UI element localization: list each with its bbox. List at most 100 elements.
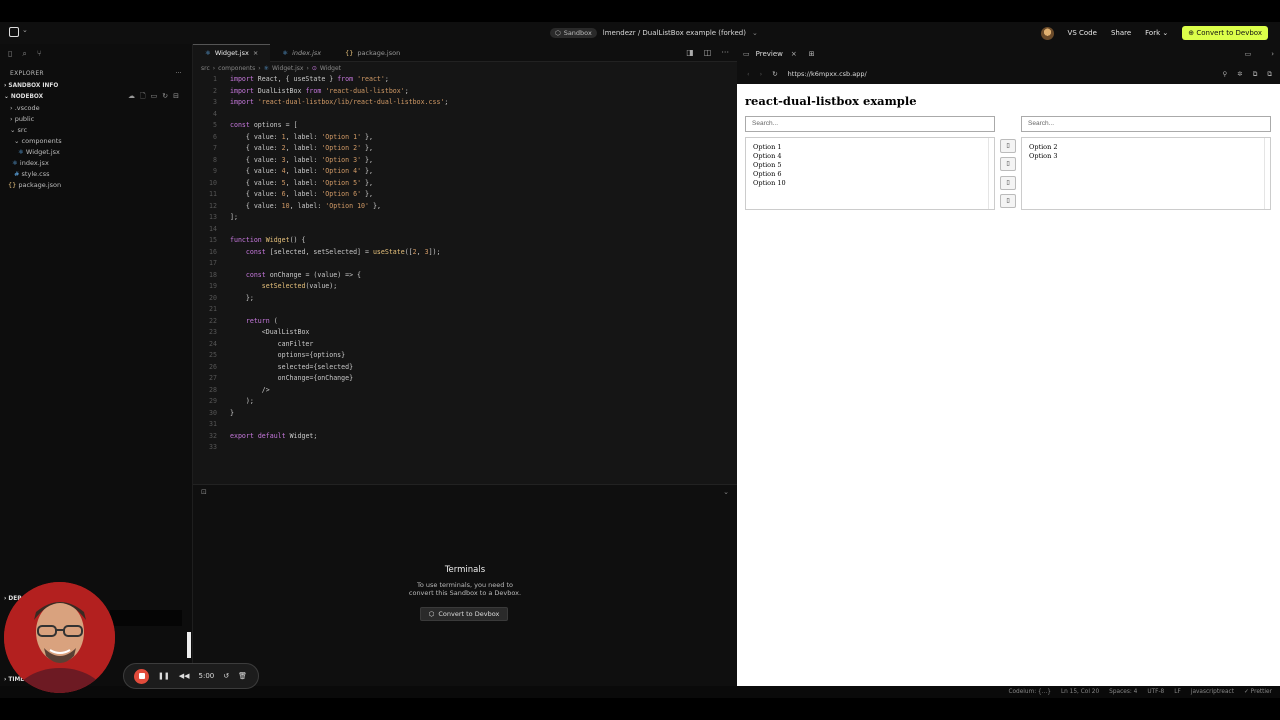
code-line[interactable]: 16 const [selected, setSelected] = useSt…: [193, 247, 737, 259]
code-line[interactable]: 9 { value: 4, label: 'Option 4' },: [193, 166, 737, 178]
list-item[interactable]: Option 3: [1029, 152, 1263, 161]
list-item[interactable]: Option 4: [753, 152, 987, 161]
code-line[interactable]: 23 <DualListBox: [193, 327, 737, 339]
code-line[interactable]: 21: [193, 304, 737, 316]
code-line[interactable]: 24 canFilter: [193, 339, 737, 351]
code-line[interactable]: 5 const options = [: [193, 120, 737, 132]
sidebar-item-public[interactable]: › public: [10, 114, 34, 125]
sidebar-item-components[interactable]: ⌄ components: [14, 136, 62, 147]
sidebar-item-index-jsx[interactable]: ⚛ index.jsx: [12, 158, 49, 169]
refresh-icon[interactable]: ↻: [772, 70, 777, 78]
vscode-button[interactable]: VS Code: [1068, 29, 1097, 37]
rewind-icon[interactable]: ◀◀: [179, 672, 190, 680]
selected-search-input[interactable]: Search...: [1021, 116, 1271, 132]
forward-icon[interactable]: ›: [760, 70, 763, 78]
code-line[interactable]: 7 { value: 2, label: 'Option 2' },: [193, 143, 737, 155]
files-icon[interactable]: ▯: [8, 49, 12, 59]
code-line[interactable]: 27 onChange={onChange}: [193, 373, 737, 385]
tab-package-json[interactable]: {} package.json: [333, 44, 412, 62]
tab-index-jsx[interactable]: ⚛ index.jsx: [270, 44, 333, 62]
code-line[interactable]: 10 { value: 5, label: 'Option 5' },: [193, 178, 737, 190]
more-icon[interactable]: ···: [175, 70, 182, 77]
cloud-upload-icon[interactable]: ☁: [128, 92, 135, 103]
terminal-convert-button[interactable]: ⬡ Convert to Devbox: [420, 607, 508, 621]
refresh-icon[interactable]: ↻: [162, 92, 168, 103]
split-editor-icon[interactable]: ◫: [704, 48, 712, 57]
code-line[interactable]: 33: [193, 442, 737, 454]
available-search-input[interactable]: Search...: [745, 116, 995, 132]
list-item[interactable]: Option 10: [753, 179, 987, 188]
sidebar-item-nodebox[interactable]: ⌄ NODEBOX: [4, 92, 43, 103]
list-item[interactable]: Option 1: [753, 143, 987, 152]
breadcrumb-item[interactable]: components: [218, 65, 255, 72]
list-item[interactable]: Option 5: [753, 161, 987, 170]
close-icon[interactable]: ×: [253, 49, 258, 57]
code-line[interactable]: 12 { value: 10, label: 'Option 10' },: [193, 201, 737, 213]
toggle-sidebar-icon[interactable]: ◨: [686, 48, 694, 57]
new-folder-icon[interactable]: ▭: [151, 92, 158, 103]
tab-widget-jsx[interactable]: ⚛ Widget.jsx ×: [193, 43, 271, 62]
code-line[interactable]: 20 };: [193, 293, 737, 305]
status-prettier[interactable]: ✓ Prettier: [1244, 689, 1272, 695]
add-tab-icon[interactable]: ⊞: [809, 50, 815, 58]
status-language[interactable]: javascriptreact: [1191, 689, 1234, 695]
list-item[interactable]: Option 6: [753, 170, 987, 179]
move-all-right-button[interactable]: ▯: [1000, 157, 1016, 171]
terminal-icon[interactable]: ⊡: [201, 488, 207, 496]
scrollbar[interactable]: [988, 138, 994, 209]
code-line[interactable]: 4: [193, 109, 737, 121]
project-path[interactable]: lmendezr / DualListBox example (forked): [603, 29, 746, 37]
status-indentation[interactable]: Spaces: 4: [1109, 689, 1137, 695]
code-line[interactable]: 11 { value: 6, label: 'Option 6' },: [193, 189, 737, 201]
code-area[interactable]: 1 import React, { useState } from 'react'…: [193, 74, 737, 454]
status-codeium[interactable]: Codeium: {...}: [1008, 689, 1050, 695]
menu-icon[interactable]: [9, 27, 19, 37]
stop-recording-button[interactable]: [134, 668, 149, 684]
selected-listbox[interactable]: Option 2 Option 3: [1021, 137, 1271, 210]
code-line[interactable]: 3 import 'react-dual-listbox/lib/react-du…: [193, 97, 737, 109]
chevron-down-icon[interactable]: ⌄: [22, 26, 28, 34]
code-line[interactable]: 14: [193, 224, 737, 236]
code-line[interactable]: 30}: [193, 408, 737, 420]
restart-icon[interactable]: ↺: [223, 672, 229, 680]
scrollbar[interactable]: [1264, 138, 1270, 209]
available-listbox[interactable]: Option 1 Option 4 Option 5 Option 6 Opti…: [745, 137, 995, 210]
code-line[interactable]: 18 const onChange = (value) => {: [193, 270, 737, 282]
new-file-icon[interactable]: 🗋: [140, 92, 146, 103]
code-line[interactable]: 8 { value: 3, label: 'Option 3' },: [193, 155, 737, 167]
sidebar-item-src[interactable]: ⌄ src: [10, 125, 27, 136]
breadcrumb-item[interactable]: Widget.jsx: [272, 65, 303, 72]
share-button[interactable]: Share: [1111, 29, 1131, 37]
settings-icon[interactable]: ✲: [1237, 70, 1242, 79]
screenshot-icon[interactable]: ⧉: [1253, 70, 1258, 79]
open-external-icon[interactable]: ⧉: [1267, 70, 1272, 79]
search-icon[interactable]: ⌕: [22, 49, 26, 59]
chevron-right-icon[interactable]: ›: [1271, 50, 1274, 58]
breadcrumb-item[interactable]: src: [201, 65, 210, 72]
resize-handle[interactable]: [187, 632, 191, 658]
status-encoding[interactable]: UTF-8: [1147, 689, 1164, 695]
status-eol[interactable]: LF: [1174, 689, 1181, 695]
fork-button[interactable]: Fork ⌄: [1145, 29, 1168, 37]
code-line[interactable]: 17: [193, 258, 737, 270]
sidebar-item-widget-jsx[interactable]: ⚛ Widget.jsx: [18, 147, 60, 158]
chevron-down-icon[interactable]: ⌄: [752, 29, 758, 37]
trash-icon[interactable]: 🗑: [238, 672, 247, 680]
list-item[interactable]: Option 2: [1029, 143, 1263, 152]
code-line[interactable]: 28 />: [193, 385, 737, 397]
code-line[interactable]: 29 );: [193, 396, 737, 408]
close-icon[interactable]: ×: [791, 50, 797, 58]
code-line[interactable]: 1 import React, { useState } from 'react'…: [193, 74, 737, 86]
back-icon[interactable]: ‹: [747, 70, 750, 78]
breadcrumb-item[interactable]: Widget: [320, 65, 341, 72]
code-line[interactable]: 25 options={options}: [193, 350, 737, 362]
sidebar-item-vscode[interactable]: › .vscode: [10, 103, 40, 114]
code-line[interactable]: 22 return (: [193, 316, 737, 328]
code-line[interactable]: 32 export default Widget;: [193, 431, 737, 443]
code-line[interactable]: 15 function Widget() {: [193, 235, 737, 247]
pin-icon[interactable]: ⚲: [1222, 70, 1227, 79]
move-right-button[interactable]: ▯: [1000, 139, 1016, 153]
tab-preview[interactable]: Preview: [756, 50, 783, 58]
pause-icon[interactable]: ❚❚: [158, 672, 170, 680]
code-line[interactable]: 19 setSelected(value);: [193, 281, 737, 293]
